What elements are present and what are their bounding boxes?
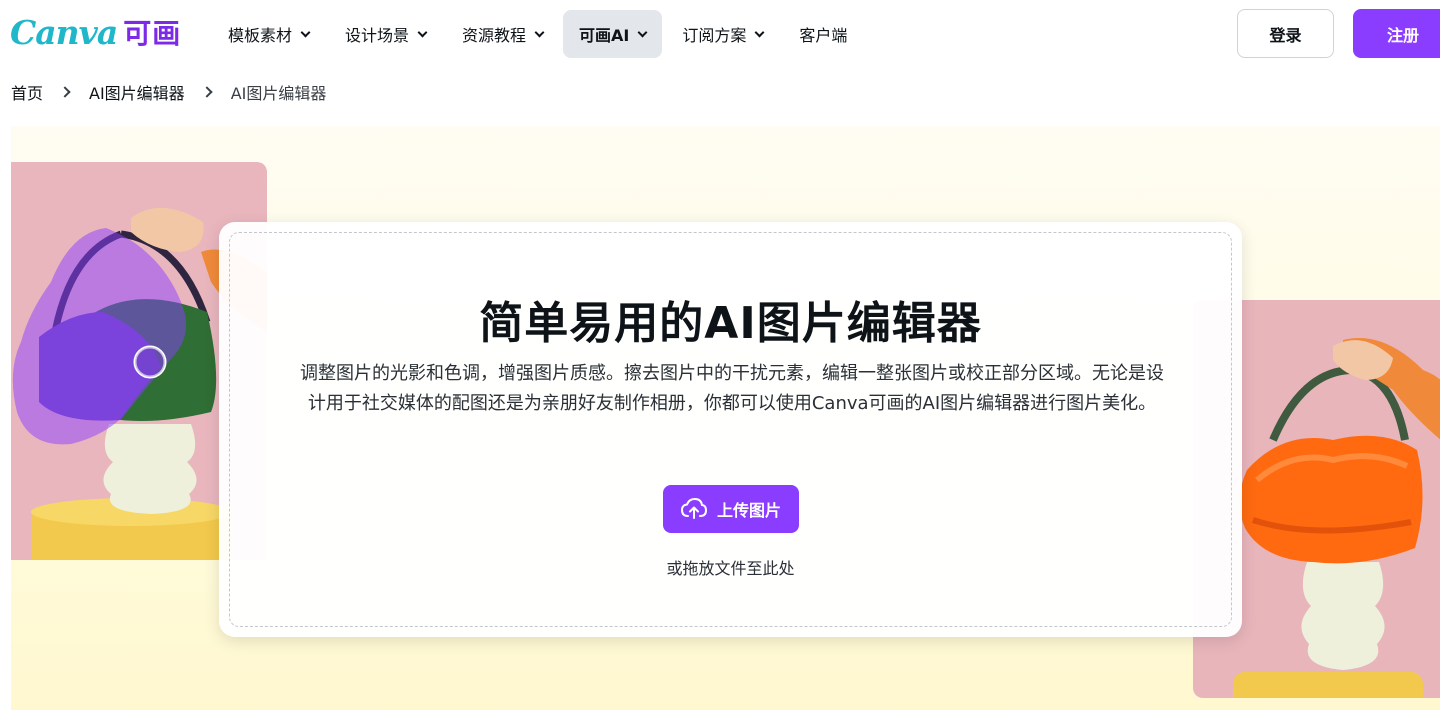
nav-label: 模板素材 [228, 26, 293, 45]
nav-label: 资源教程 [462, 26, 527, 45]
nav-item-download-app[interactable]: 客户端 [783, 10, 863, 58]
nav-item-canva-ai[interactable]: 可画AI [563, 10, 663, 58]
register-button[interactable]: 注册 [1353, 9, 1440, 58]
nav-label: 可画AI [579, 26, 630, 45]
chevron-down-icon [754, 27, 765, 37]
upload-image-button[interactable]: 上传图片 [663, 485, 799, 533]
breadcrumb-home[interactable]: 首页 [11, 80, 43, 104]
chevron-down-icon [300, 27, 311, 37]
chevron-down-icon [534, 27, 545, 37]
logo-chinese-text: 可画 [123, 17, 182, 50]
top-nav-bar: Canva 可画 模板素材 设计场景 资源教程 可画AI 订阅方案 客户端 登录… [0, 0, 1440, 68]
breadcrumb-ai-photo-editor[interactable]: AI图片编辑器 [89, 80, 185, 104]
breadcrumb: 首页 AI图片编辑器 AI图片编辑器 [11, 80, 326, 104]
upload-button-label: 上传图片 [716, 501, 781, 520]
login-button[interactable]: 登录 [1237, 9, 1334, 58]
chevron-right-icon [59, 86, 71, 98]
breadcrumb-current-page: AI图片编辑器 [230, 84, 327, 103]
page-description: 调整图片的光影和色调，增强图片质感。擦去图片中的干扰元素，编辑一整张图片或校正部… [300, 363, 1164, 414]
nav-item-pricing[interactable]: 订阅方案 [666, 10, 779, 58]
drop-hint-text: 或拖放文件至此处 [666, 559, 795, 578]
nav-item-resources[interactable]: 资源教程 [446, 10, 559, 58]
logo-latin-text: Canva [10, 12, 118, 52]
chevron-down-icon [417, 27, 428, 37]
nav-label: 设计场景 [345, 26, 410, 45]
chevron-down-icon [637, 27, 648, 37]
chevron-right-icon [201, 86, 213, 98]
page-title: 简单易用的AI图片编辑器 [479, 298, 982, 349]
dropzone[interactable]: 简单易用的AI图片编辑器 调整图片的光影和色调，增强图片质感。擦去图片中的干扰元… [229, 232, 1232, 627]
cloud-upload-icon [680, 498, 707, 519]
nav-item-templates[interactable]: 模板素材 [212, 10, 325, 58]
upload-card: 简单易用的AI图片编辑器 调整图片的光影和色调，增强图片质感。擦去图片中的干扰元… [219, 222, 1242, 637]
main-nav: 模板素材 设计场景 资源教程 可画AI 订阅方案 客户端 [212, 10, 867, 58]
hero-section: 简单易用的AI图片编辑器 调整图片的光影和色调，增强图片质感。擦去图片中的干扰元… [11, 126, 1440, 710]
nav-item-design-scenes[interactable]: 设计场景 [329, 10, 442, 58]
canva-logo[interactable]: Canva 可画 [10, 12, 181, 52]
nav-label: 订阅方案 [682, 26, 747, 45]
nav-label: 客户端 [799, 26, 848, 45]
